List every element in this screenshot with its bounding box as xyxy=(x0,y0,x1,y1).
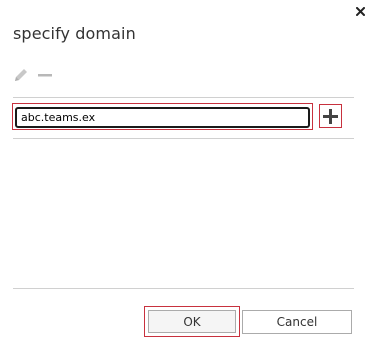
add-domain-button[interactable] xyxy=(319,104,342,128)
domain-input-highlight xyxy=(12,103,313,130)
divider-list xyxy=(13,138,354,139)
domain-input[interactable] xyxy=(15,107,310,128)
remove-button[interactable] xyxy=(35,65,55,85)
edit-button[interactable] xyxy=(11,65,31,85)
specify-domain-dialog: specify domain OK Cancel xyxy=(0,0,372,346)
ok-button-highlight: OK xyxy=(144,306,240,337)
ok-button[interactable]: OK xyxy=(148,310,236,333)
close-button[interactable] xyxy=(352,3,368,19)
minus-icon xyxy=(38,74,52,77)
close-icon xyxy=(355,6,365,16)
cancel-button[interactable]: Cancel xyxy=(242,310,352,334)
toolbar xyxy=(11,64,59,86)
dialog-title: specify domain xyxy=(13,24,136,43)
plus-icon xyxy=(323,108,338,124)
divider-top xyxy=(13,97,354,98)
pencil-icon xyxy=(15,69,27,81)
divider-footer xyxy=(13,288,354,289)
